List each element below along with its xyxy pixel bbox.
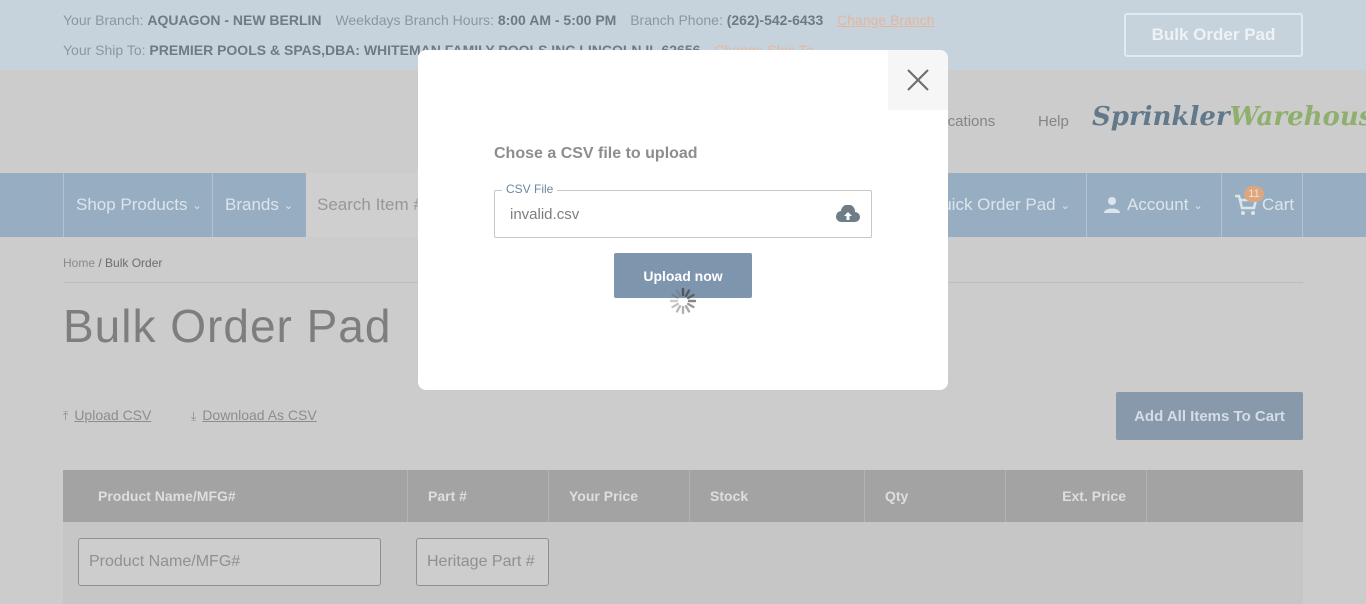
csv-file-value: invalid.csv — [510, 206, 580, 223]
upload-arrow-icon: ⤒ — [63, 409, 69, 423]
nav-cart-label: Cart — [1262, 195, 1295, 214]
download-csv-link[interactable]: ⤓ Download As CSV — [191, 407, 317, 424]
chevron-down-icon: ⌄ — [1193, 199, 1203, 212]
column-header: Product Name/MFG# — [98, 488, 236, 504]
site-logo[interactable]: SprinklerWarehouse — [1092, 102, 1366, 132]
breadcrumb-current: Bulk Order — [105, 256, 163, 270]
breadcrumb: Home / Bulk Order — [63, 256, 162, 270]
breadcrumb-separator: / — [95, 256, 106, 270]
nav-shop-products-label: Shop Products — [76, 195, 188, 214]
cart-count-badge: 11 — [1244, 186, 1264, 202]
upload-csv-modal: Chose a CSV file to upload CSV File inva… — [418, 50, 948, 390]
csv-file-label: CSV File — [502, 182, 558, 196]
download-csv-label: Download As CSV — [202, 407, 317, 423]
nav-cart[interactable]: Cart — [1221, 173, 1303, 237]
download-arrow-icon: ⤓ — [191, 409, 197, 423]
add-all-to-cart-button[interactable]: Add All Items To Cart — [1116, 392, 1303, 440]
bulk-order-pad-button[interactable]: Bulk Order Pad — [1124, 13, 1303, 57]
close-icon[interactable] — [888, 50, 948, 110]
chevron-down-icon: ⌄ — [1060, 199, 1070, 212]
nav-brands-label: Brands — [225, 195, 279, 214]
product-name-placeholder: Product Name/MFG# — [89, 553, 241, 570]
nav-brands[interactable]: Brands ⌄ — [212, 173, 306, 237]
modal-title: Chose a CSV file to upload — [494, 145, 698, 162]
nav-shop-products[interactable]: Shop Products ⌄ — [63, 173, 213, 237]
upload-csv-link[interactable]: ⤒ Upload CSV — [63, 407, 151, 424]
cloud-upload-icon[interactable] — [835, 204, 861, 230]
chevron-down-icon: ⌄ — [283, 199, 294, 212]
search-placeholder: Search Item # — [317, 195, 423, 214]
nav-account[interactable]: Account ⌄ — [1086, 173, 1222, 237]
nav-account-label: Account — [1127, 195, 1189, 214]
table-header: Product Name/MFG# Part # Your Price Stoc… — [63, 470, 1303, 522]
chevron-down-icon: ⌄ — [192, 199, 202, 212]
column-header: Ext. Price — [1005, 470, 1146, 522]
part-number-placeholder: Heritage Part # — [427, 553, 535, 570]
part-number-input[interactable]: Heritage Part # — [416, 538, 549, 586]
upload-csv-label: Upload CSV — [74, 407, 152, 423]
column-header: Qty — [864, 470, 1005, 522]
product-name-input[interactable]: Product Name/MFG# — [78, 538, 381, 586]
breadcrumb-home[interactable]: Home — [63, 256, 95, 270]
column-header: Your Price — [548, 470, 689, 522]
logo-part-2: Warehouse — [1229, 102, 1366, 132]
phone-label: Branch Phone: — [630, 12, 723, 28]
change-branch-link[interactable]: Change Branch — [837, 12, 934, 28]
column-header-actions — [1146, 470, 1303, 522]
table-row: Product Name/MFG# Heritage Part # — [63, 522, 1303, 604]
column-header: Part # — [407, 470, 548, 522]
loading-spinner-icon — [669, 287, 697, 315]
branch-label: Your Branch: — [63, 12, 144, 28]
branch-line: Your Branch: AQUAGON - NEW BERLIN Weekda… — [63, 12, 934, 28]
csv-file-field[interactable]: CSV File invalid.csv — [494, 182, 872, 238]
hours-label: Weekdays Branch Hours: — [335, 12, 494, 28]
help-link[interactable]: Help — [1038, 113, 1069, 130]
user-icon — [1104, 197, 1120, 213]
phone-value: (262)-542-6433 — [726, 12, 824, 28]
page-title: Bulk Order Pad — [63, 300, 392, 352]
column-header: Stock — [689, 470, 864, 522]
shipto-label: Your Ship To: — [63, 42, 146, 58]
logo-part-1: Sprinkler — [1092, 102, 1230, 132]
branch-name: AQUAGON - NEW BERLIN — [147, 12, 322, 28]
hours-value: 8:00 AM - 5:00 PM — [497, 12, 617, 28]
